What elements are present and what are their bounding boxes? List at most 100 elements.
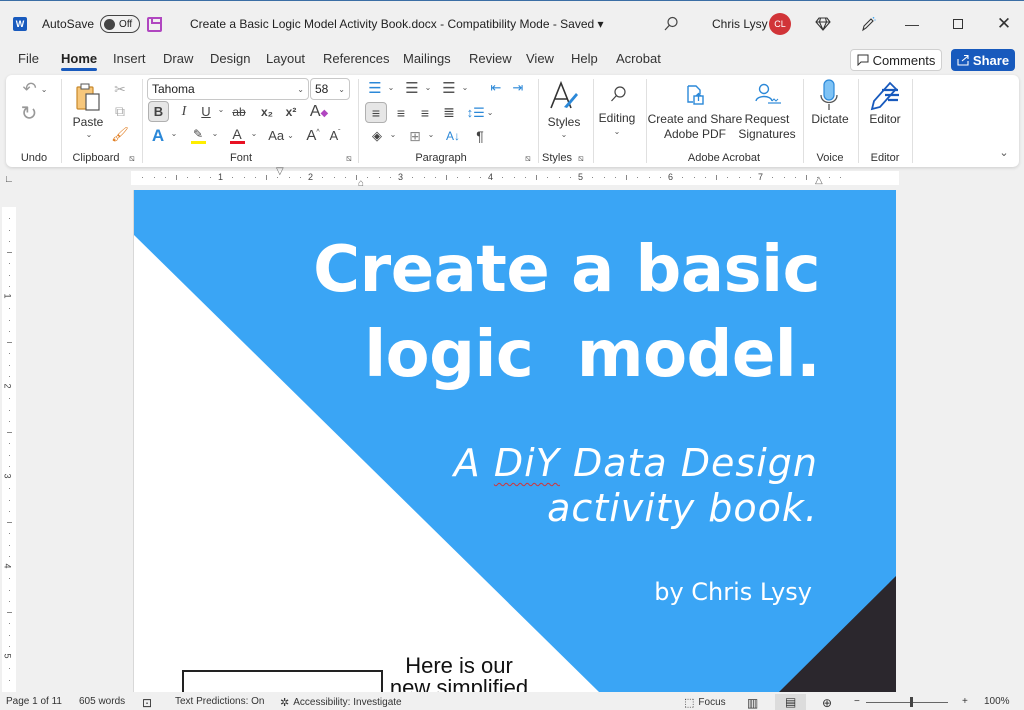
borders-button[interactable]: ⊞ — [406, 126, 424, 146]
zoom-out-button[interactable]: − — [854, 696, 860, 707]
increase-indent-button[interactable]: ⇥ — [509, 79, 527, 97]
highlight-button[interactable]: ✎ — [188, 125, 208, 146]
editing-button[interactable] — [607, 83, 629, 105]
autosave-control[interactable]: AutoSave Off — [42, 1, 141, 47]
collapse-ribbon-button[interactable]: ⌄ — [996, 145, 1012, 159]
copy-button[interactable]: ⧉ — [112, 102, 128, 120]
accessibility-button[interactable]: ✲ Accessibility: Investigate — [280, 696, 402, 709]
styles-label[interactable]: Styles — [544, 115, 584, 130]
shading-button[interactable]: ◈ — [368, 126, 386, 146]
avatar[interactable]: CL — [769, 1, 791, 47]
shrink-font-button[interactable]: Aˇ — [326, 125, 344, 146]
editing-label[interactable]: Editing — [596, 111, 638, 126]
right-indent-marker[interactable]: △ — [815, 175, 823, 186]
cover-title-line-2[interactable]: logic model. — [364, 323, 820, 387]
diagram-box[interactable] — [182, 670, 383, 692]
clipboard-launcher-icon[interactable]: ⧅ — [129, 153, 135, 164]
chevron-down-icon[interactable]: ⌄ — [423, 83, 433, 92]
tab-help[interactable]: Help — [571, 51, 598, 66]
create-share-pdf-button[interactable] — [684, 83, 706, 107]
clear-formatting-button[interactable]: A◆ — [308, 101, 330, 122]
tab-insert[interactable]: Insert — [113, 51, 146, 66]
editor-label[interactable]: Editor — [866, 112, 904, 127]
body-text[interactable]: Here is our new simplified — [389, 655, 529, 693]
request-signatures-label[interactable]: Request Signatures — [735, 112, 799, 142]
tab-mailings[interactable]: Mailings — [403, 51, 451, 66]
sort-button[interactable]: A↓ — [444, 126, 462, 146]
paste-options-chevron-icon[interactable]: ⌄ — [84, 130, 94, 139]
cut-button[interactable]: ✂ — [112, 80, 128, 98]
tab-file[interactable]: File — [18, 51, 39, 66]
first-line-indent-marker[interactable]: ▽ — [276, 166, 284, 177]
proofing-button[interactable]: ⊡ — [142, 696, 152, 710]
superscript-button[interactable]: x² — [282, 101, 300, 122]
dictate-label[interactable]: Dictate — [808, 112, 852, 127]
numbering-button[interactable]: ☰ — [403, 79, 421, 97]
strikethrough-button[interactable]: ab — [229, 101, 249, 122]
print-layout-button[interactable]: ▤ — [775, 694, 807, 710]
tab-layout[interactable]: Layout — [266, 51, 305, 66]
maximize-button[interactable] — [935, 1, 981, 47]
align-center-button[interactable]: ≡ — [391, 102, 411, 123]
redo-button[interactable]: ↻ — [18, 101, 40, 125]
tab-draw[interactable]: Draw — [163, 51, 193, 66]
chevron-down-icon[interactable]: ⌄ — [169, 129, 179, 138]
web-layout-button[interactable]: ⊕ — [822, 696, 832, 710]
zoom-in-button[interactable]: + — [962, 696, 968, 707]
editor-button[interactable] — [867, 79, 901, 111]
chevron-down-icon[interactable]: ⌄ — [460, 83, 470, 92]
autosave-toggle[interactable]: Off — [100, 15, 141, 33]
format-painter-button[interactable]: 🖌 — [111, 125, 129, 143]
misspelled-word[interactable]: DiY — [494, 441, 560, 485]
styles-launcher-icon[interactable]: ⧅ — [578, 153, 584, 164]
document-title[interactable]: Create a Basic Logic Model Activity Book… — [190, 1, 604, 47]
close-button[interactable]: ✕ — [981, 1, 1024, 47]
zoom-level[interactable]: 100% — [984, 696, 1010, 707]
justify-button[interactable]: ≣ — [439, 102, 459, 123]
cover-title-line-1[interactable]: Create a basic — [313, 238, 820, 302]
show-formatting-button[interactable]: ¶ — [472, 126, 488, 146]
dictate-button[interactable] — [818, 79, 840, 111]
subscript-button[interactable]: x₂ — [258, 101, 276, 122]
focus-button[interactable]: ⬚ Focus — [684, 696, 726, 709]
premium-button[interactable] — [815, 1, 831, 47]
undo-button[interactable]: ↶ ⌄ — [20, 79, 50, 99]
font-size-select[interactable]: 58 ⌄ — [310, 78, 350, 100]
page-count[interactable]: Page 1 of 11 — [6, 696, 62, 707]
line-spacing-button[interactable]: ↕☰ ⌄ — [466, 102, 494, 123]
chevron-down-icon[interactable]: ⌄ — [612, 127, 622, 136]
paste-button[interactable] — [74, 81, 104, 113]
word-count[interactable]: 605 words — [79, 696, 125, 707]
chevron-down-icon[interactable]: ⌄ — [249, 129, 259, 138]
bold-button[interactable]: B — [148, 101, 169, 122]
grow-font-button[interactable]: A^ — [304, 125, 322, 146]
text-predictions-status[interactable]: Text Predictions: On — [175, 696, 264, 707]
chevron-down-icon[interactable]: ⌄ — [559, 130, 569, 139]
tab-view[interactable]: View — [526, 51, 554, 66]
styles-button[interactable] — [547, 79, 581, 113]
change-case-button[interactable]: Aa ⌄ — [264, 125, 298, 146]
user-name[interactable]: Chris Lysy — [712, 1, 768, 47]
underline-button[interactable]: U — [198, 101, 214, 122]
paste-label[interactable]: Paste — [72, 115, 104, 130]
font-name-select[interactable]: Tahoma ⌄ — [147, 78, 309, 100]
tab-acrobat[interactable]: Acrobat — [616, 51, 661, 66]
chevron-down-icon[interactable]: ⌄ — [210, 129, 220, 138]
multilevel-list-button[interactable]: ☰ — [440, 79, 458, 97]
chevron-down-icon[interactable]: ⌄ — [426, 130, 436, 139]
left-indent-marker[interactable]: ⌂ — [358, 178, 364, 189]
font-color-button[interactable]: A — [227, 125, 247, 146]
chevron-down-icon[interactable]: ⌄ — [388, 130, 398, 139]
tab-design[interactable]: Design — [210, 51, 250, 66]
tab-review[interactable]: Review — [469, 51, 512, 66]
zoom-slider-thumb[interactable] — [910, 697, 913, 707]
minimize-button[interactable]: — — [889, 1, 935, 47]
cover-subtitle-line-1[interactable]: A DiY Data Design — [454, 444, 818, 482]
designer-button[interactable] — [860, 1, 876, 47]
zoom-slider-track[interactable] — [866, 702, 948, 703]
font-launcher-icon[interactable]: ⧅ — [346, 153, 352, 164]
paragraph-launcher-icon[interactable]: ⧅ — [525, 153, 531, 164]
italic-button[interactable]: I — [176, 101, 192, 122]
share-button[interactable]: Share — [951, 49, 1015, 71]
text-effects-button[interactable]: A — [149, 125, 167, 146]
